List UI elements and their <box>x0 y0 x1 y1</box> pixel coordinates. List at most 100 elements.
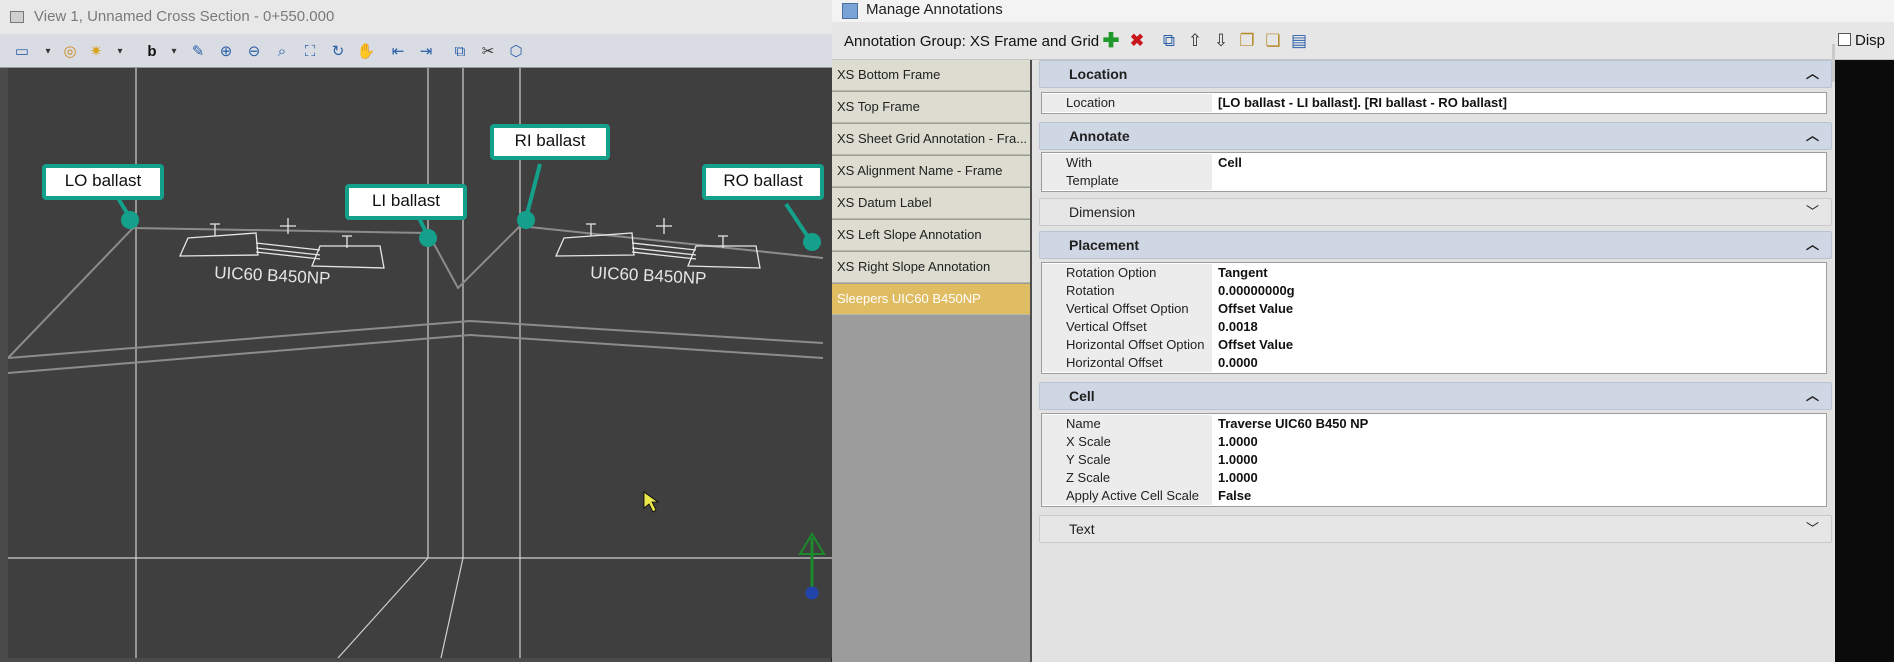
background-window-region <box>1835 60 1894 662</box>
add-group-icon[interactable]: ⧉ <box>1158 31 1180 51</box>
list-item[interactable]: XS Bottom Frame <box>832 60 1030 91</box>
property-value[interactable]: Cell <box>1214 154 1826 172</box>
view-toolbar: ▭ ▾ ◎ ✷ ▾ b ▾ ✎ ⊕ ⊖ ⌕ ⛶ ↻ ✋ ⇤ ⇥ ⧉ ✂ ⬡ <box>0 34 832 68</box>
chevron-up-icon[interactable]: ︿ <box>1806 61 1819 87</box>
app-icon <box>842 3 858 19</box>
bing-icon[interactable]: b <box>140 40 164 62</box>
rotate-view-icon[interactable]: ↻ <box>326 40 350 62</box>
property-key: Y Scale <box>1042 451 1212 469</box>
location-grid: Location [LO ballast - LI ballast]. [RI b… <box>1041 92 1827 114</box>
chevron-down-icon[interactable]: ▾ <box>36 40 60 62</box>
property-value[interactable]: 1.0000 <box>1214 433 1826 451</box>
chevron-up-icon[interactable]: ︿ <box>1806 383 1819 409</box>
property-row[interactable]: Horizontal Offset Option Offset Value <box>1042 336 1826 354</box>
copy-view-icon[interactable]: ⧉ <box>448 40 472 62</box>
property-value[interactable]: 1.0000 <box>1214 451 1826 469</box>
property-row[interactable]: With Cell <box>1042 154 1826 172</box>
property-row[interactable]: Horizontal Offset 0.0000 <box>1042 354 1826 372</box>
property-row[interactable]: Y Scale 1.0000 <box>1042 451 1826 469</box>
pan-view-icon[interactable]: ✋ <box>354 40 378 62</box>
list-item-selected[interactable]: Sleepers UIC60 B450NP <box>832 284 1030 315</box>
callout-ri-ballast[interactable]: RI ballast <box>490 124 610 160</box>
view-attributes-icon[interactable]: ▭ <box>10 40 34 62</box>
property-row[interactable]: Apply Active Cell Scale False <box>1042 487 1826 505</box>
add-icon[interactable]: ✚ <box>1100 31 1122 51</box>
properties-panel: Location ︿ Location [LO ballast - LI ball… <box>1036 60 1832 662</box>
property-value[interactable]: 0.0018 <box>1214 318 1826 336</box>
callout-ro-ballast[interactable]: RO ballast <box>702 164 824 200</box>
property-value[interactable]: Offset Value <box>1214 336 1826 354</box>
cross-section-view-window: View 1, Unnamed Cross Section - 0+550.00… <box>0 0 832 662</box>
window-area-icon[interactable]: ⌕ <box>270 40 294 62</box>
property-value[interactable]: Offset Value <box>1214 300 1826 318</box>
section-location-header[interactable]: Location ︿ <box>1039 60 1832 88</box>
list-item[interactable]: XS Sheet Grid Annotation - Fra... <box>832 124 1030 155</box>
placement-grid: Rotation Option Tangent Rotation 0.0000000… <box>1041 262 1827 374</box>
fit-view-icon[interactable]: ⛶ <box>298 40 322 62</box>
list-item[interactable]: XS Top Frame <box>832 92 1030 123</box>
preview-icon[interactable]: ▤ <box>1288 31 1310 51</box>
section-text-header[interactable]: Text ﹀ <box>1039 515 1832 543</box>
callout-li-ballast[interactable]: LI ballast <box>345 184 467 220</box>
chevron-down-icon[interactable]: ﹀ <box>1806 199 1819 225</box>
chevron-down-icon[interactable]: ▾ <box>162 40 186 62</box>
property-row[interactable]: Rotation 0.00000000g <box>1042 282 1826 300</box>
drawing-canvas[interactable]: UIC60 B450NP UIC60 B450NP LO ballast LI … <box>8 68 832 658</box>
list-item[interactable]: XS Left Slope Annotation <box>832 220 1030 251</box>
property-value[interactable] <box>1214 172 1826 190</box>
zoom-out-icon[interactable]: ⊖ <box>242 40 266 62</box>
property-value[interactable]: Traverse UIC60 B450 NP <box>1214 415 1826 433</box>
display-style-icon[interactable]: ◎ <box>58 40 82 62</box>
chevron-up-icon[interactable]: ︿ <box>1806 232 1819 258</box>
clip-volume-icon[interactable]: ✂ <box>476 40 500 62</box>
cross-section-drawing: UIC60 B450NP UIC60 B450NP <box>8 68 832 658</box>
section-annotate-header[interactable]: Annotate ︿ <box>1039 122 1832 150</box>
property-value[interactable]: 0.0000 <box>1214 354 1826 372</box>
property-key: With <box>1042 154 1212 172</box>
property-row[interactable]: Z Scale 1.0000 <box>1042 469 1826 487</box>
previous-view-icon[interactable]: ⇤ <box>386 40 410 62</box>
property-value[interactable]: False <box>1214 487 1826 505</box>
delete-icon[interactable]: ✖ <box>1126 31 1148 51</box>
section-dimension-header[interactable]: Dimension ﹀ <box>1039 198 1832 226</box>
section-title: Cell <box>1069 388 1095 404</box>
checkbox-box[interactable] <box>1838 33 1851 46</box>
section-title: Location <box>1069 66 1128 82</box>
zoom-in-icon[interactable]: ⊕ <box>214 40 238 62</box>
property-value[interactable]: [LO ballast - LI ballast]. [RI ballast -… <box>1214 94 1826 112</box>
move-up-icon[interactable]: ⇧ <box>1184 31 1206 51</box>
paste-icon[interactable]: ❏ <box>1262 31 1284 51</box>
chevron-up-icon[interactable]: ︿ <box>1806 123 1819 149</box>
property-row[interactable]: Name Traverse UIC60 B450 NP <box>1042 415 1826 433</box>
chevron-down-icon[interactable]: ﹀ <box>1806 516 1819 542</box>
property-value[interactable]: Tangent <box>1214 264 1826 282</box>
section-title: Text <box>1069 521 1095 537</box>
callout-lo-ballast[interactable]: LO ballast <box>42 164 164 200</box>
list-item[interactable]: XS Datum Label <box>832 188 1030 219</box>
brush-icon[interactable]: ✎ <box>186 40 210 62</box>
property-row[interactable]: Location [LO ballast - LI ballast]. [RI b… <box>1042 94 1826 112</box>
light-icon[interactable]: ✷ <box>84 40 108 62</box>
section-title: Placement <box>1069 237 1140 253</box>
display-checkbox[interactable]: Disp <box>1838 32 1885 49</box>
property-value[interactable]: 1.0000 <box>1214 469 1826 487</box>
copy-icon[interactable]: ❐ <box>1236 31 1258 51</box>
property-value[interactable]: 0.00000000g <box>1214 282 1826 300</box>
annotation-group-label: Annotation Group: XS Frame and Grid <box>844 33 1100 50</box>
list-item[interactable]: XS Alignment Name - Frame <box>832 156 1030 187</box>
mouse-cursor-icon <box>643 491 660 513</box>
section-cell-header[interactable]: Cell ︿ <box>1039 382 1832 410</box>
view-settings-icon[interactable]: ⬡ <box>504 40 528 62</box>
next-view-icon[interactable]: ⇥ <box>414 40 438 62</box>
property-row[interactable]: Vertical Offset 0.0018 <box>1042 318 1826 336</box>
list-item[interactable]: XS Right Slope Annotation <box>832 252 1030 283</box>
property-row[interactable]: Template <box>1042 172 1826 190</box>
chevron-down-icon[interactable]: ▾ <box>108 40 132 62</box>
section-title: Annotate <box>1069 128 1130 144</box>
view-title: View 1, Unnamed Cross Section - 0+550.00… <box>34 8 335 25</box>
property-row[interactable]: X Scale 1.0000 <box>1042 433 1826 451</box>
move-down-icon[interactable]: ⇩ <box>1210 31 1232 51</box>
property-row[interactable]: Vertical Offset Option Offset Value <box>1042 300 1826 318</box>
property-row[interactable]: Rotation Option Tangent <box>1042 264 1826 282</box>
section-placement-header[interactable]: Placement ︿ <box>1039 231 1832 259</box>
